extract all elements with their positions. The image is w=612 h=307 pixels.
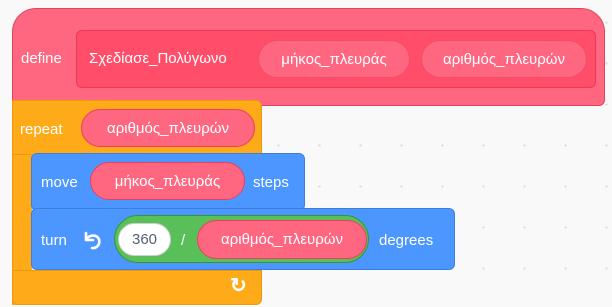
loop-arrow-icon: ↻ [230, 275, 247, 297]
divisor-reporter[interactable]: αριθμός_πλευρών [197, 220, 367, 259]
repeat-count-reporter[interactable]: αριθμός_πλευρών [81, 109, 255, 147]
turn-label: turn [41, 232, 67, 249]
define-label: define [21, 50, 62, 67]
param-side-count[interactable]: αριθμός_πλευρών [421, 40, 587, 78]
rotate-left-icon [78, 227, 104, 253]
repeat-block-bottom[interactable] [12, 270, 262, 305]
divide-symbol: / [181, 232, 186, 249]
dividend-input[interactable]: 360 [118, 223, 171, 256]
repeat-label: repeat [20, 121, 63, 138]
move-label: move [41, 174, 78, 191]
degrees-label: degrees [379, 232, 434, 249]
procedure-name: Σχεδίασε_Πολύγωνο [89, 50, 227, 67]
steps-label: steps [253, 174, 289, 191]
move-steps-reporter[interactable]: μήκος_πλευράς [90, 162, 245, 200]
param-side-length[interactable]: μήκος_πλευράς [258, 40, 410, 78]
